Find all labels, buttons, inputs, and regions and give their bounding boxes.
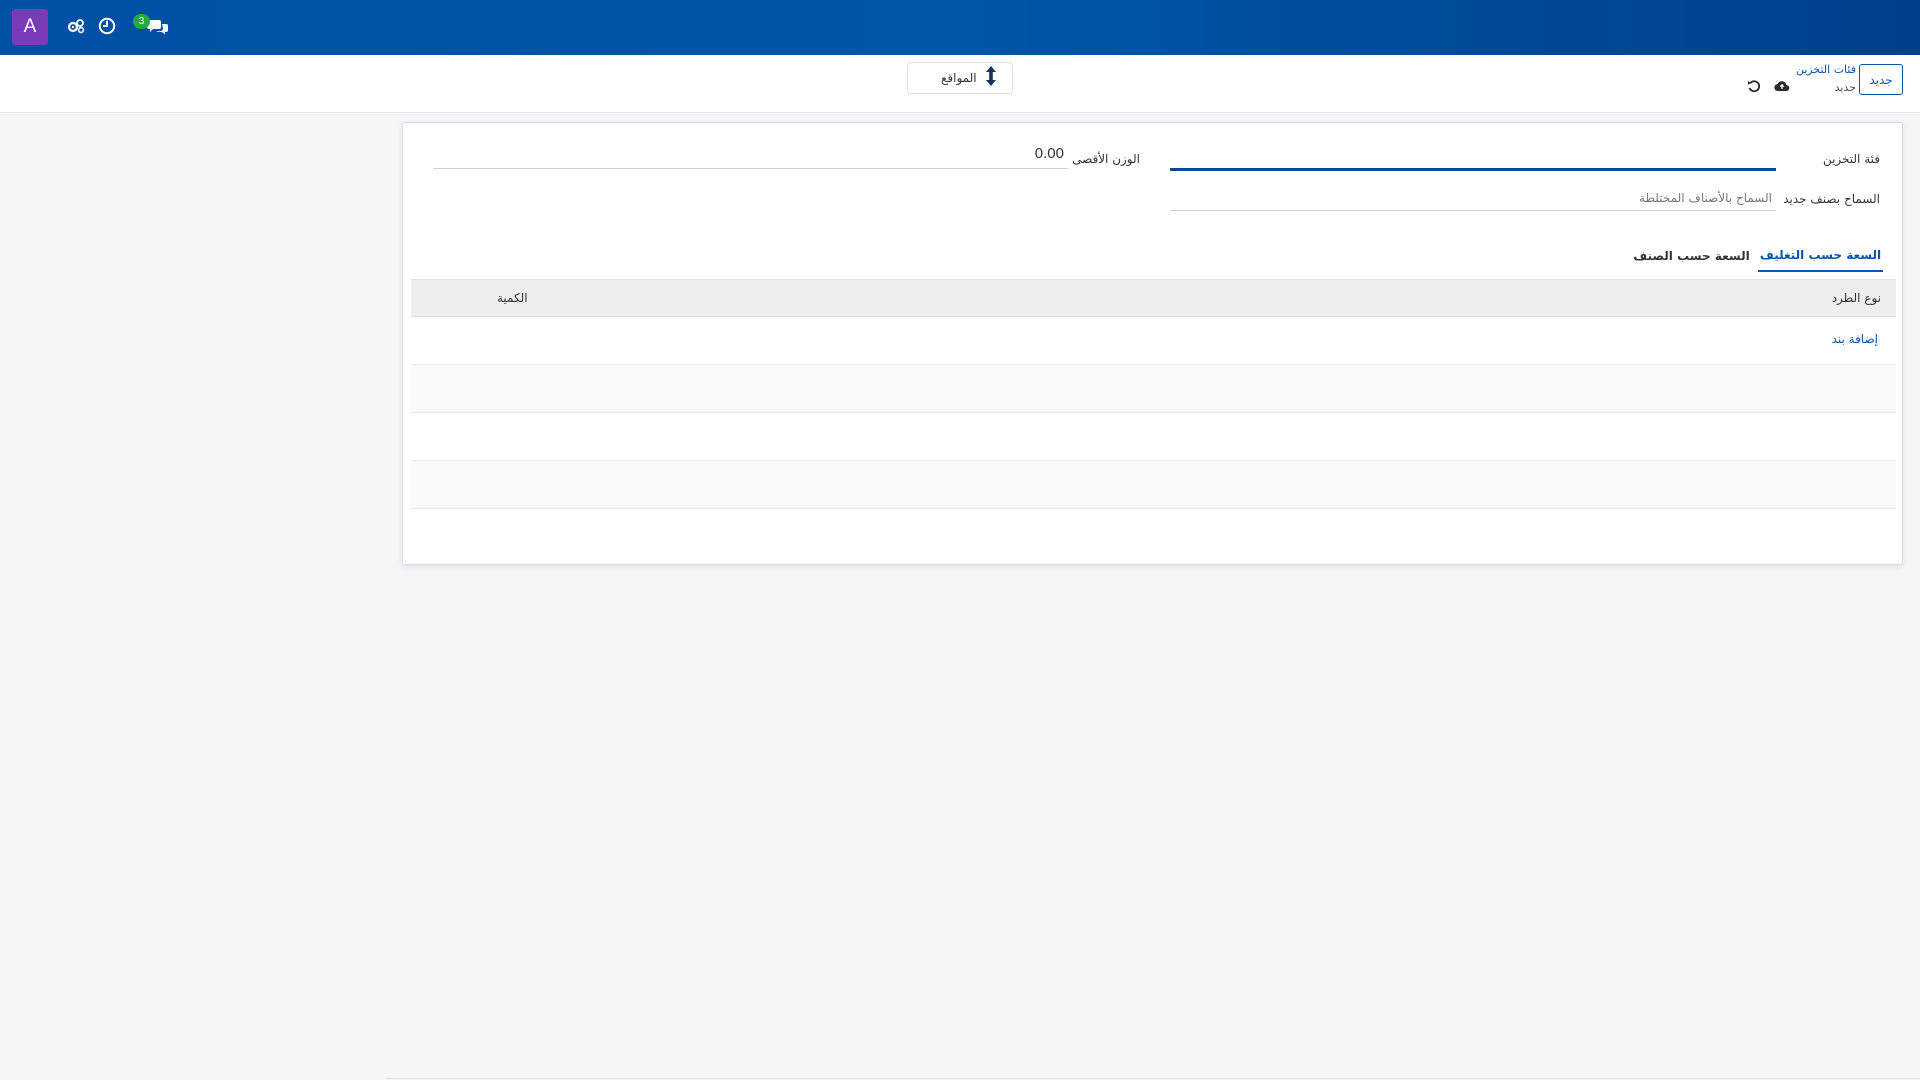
table-row xyxy=(411,365,1896,413)
breadcrumb-current: جديد xyxy=(1834,81,1856,94)
column-quantity[interactable]: الكمية xyxy=(497,291,528,305)
arrows-vertical-icon xyxy=(985,65,997,91)
allow-new-product-label: السماح بصنف جديد xyxy=(1783,192,1880,206)
max-weight-input[interactable]: 0.00 xyxy=(433,145,1068,169)
storage-category-input[interactable] xyxy=(1170,147,1776,171)
top-navbar: A 3 xyxy=(0,0,1920,55)
max-weight-label: الوزن الأقصى xyxy=(1072,152,1140,166)
user-avatar[interactable]: A xyxy=(12,9,48,45)
table-row xyxy=(411,413,1896,461)
tab-capacity-by-package[interactable]: السعة حسب التغليف xyxy=(1758,240,1883,272)
storage-category-label: فئة التخزين xyxy=(1822,152,1880,166)
clock-icon[interactable] xyxy=(95,14,119,38)
table-row-add: إضافة بند xyxy=(411,317,1896,365)
add-line-link[interactable]: إضافة بند xyxy=(1832,332,1878,346)
breadcrumb-parent[interactable]: فئات التخزين xyxy=(1796,63,1856,76)
allow-new-product-select[interactable]: السماح بالأصناف المختلطة xyxy=(1170,187,1776,211)
table-row xyxy=(411,461,1896,509)
chat-badge: 3 xyxy=(133,14,150,29)
allow-new-product-value: السماح بالأصناف المختلطة xyxy=(1639,191,1772,205)
locations-smart-button[interactable]: المواقع xyxy=(907,62,1013,94)
tab-capacity-by-product[interactable]: السعة حسب الصنف xyxy=(1633,240,1749,272)
discard-undo-icon[interactable] xyxy=(1744,76,1764,96)
save-cloud-icon[interactable] xyxy=(1772,76,1792,96)
column-package-type[interactable]: نوع الطرد xyxy=(1832,291,1881,305)
settings-cogs-icon[interactable] xyxy=(64,14,88,38)
bottom-divider xyxy=(386,1078,1920,1079)
form-sheet: فئة التخزين الوزن الأقصى 0.00 السماح بصن… xyxy=(402,122,1903,565)
locations-label: المواقع xyxy=(941,71,977,85)
table-header: نوع الطرد الكمية xyxy=(411,279,1896,317)
new-button[interactable]: جديد xyxy=(1859,64,1903,95)
